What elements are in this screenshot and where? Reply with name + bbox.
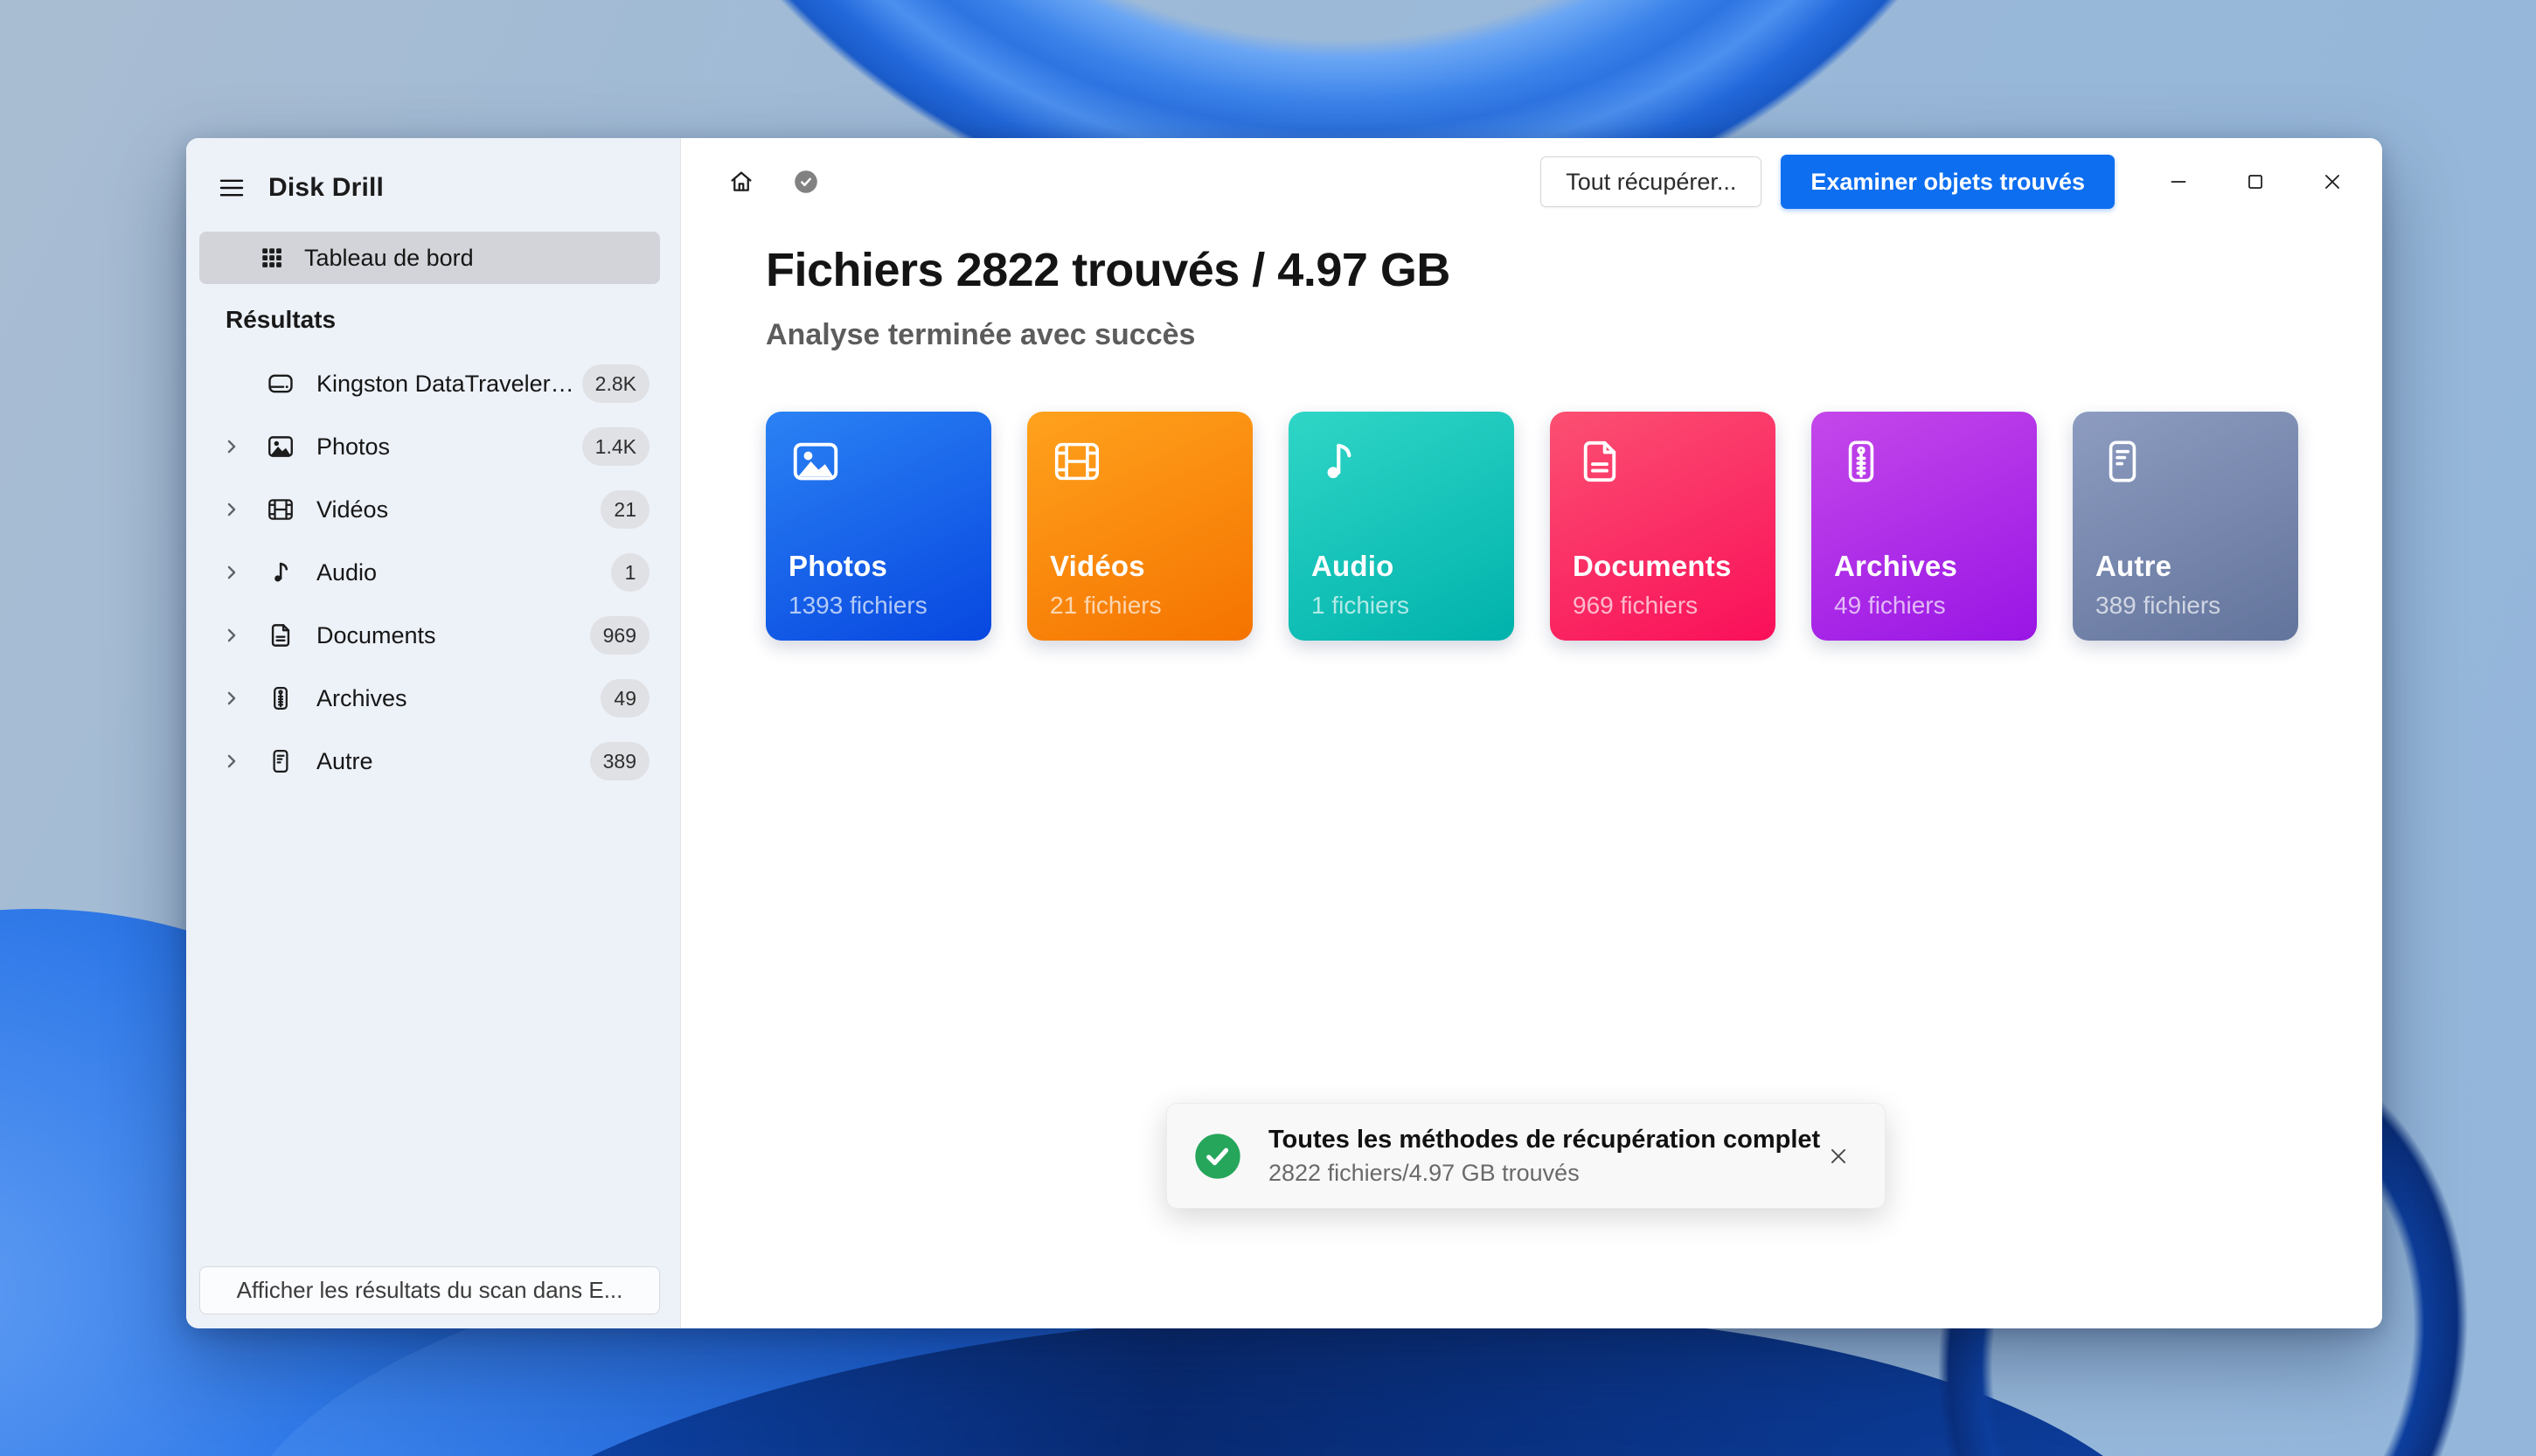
chevron-right-icon[interactable] [219,496,245,523]
minimize-icon[interactable] [2153,160,2204,204]
sidebar-item-label: Kingston DataTraveler 3... [316,370,579,397]
toolbar: Tout récupérer... Examiner objets trouvé… [681,150,2382,213]
card-audio[interactable]: Audio 1 fichiers [1289,412,1514,641]
sidebar-item-audio[interactable]: Audio 1 [199,545,660,600]
card-count: 389 fichiers [2095,592,2221,619]
card-title: Audio [1311,550,1394,582]
documents-icon [1573,434,1627,489]
count-badge: 2.8K [581,364,650,403]
card-photos[interactable]: Photos 1393 fichiers [766,412,991,641]
sidebar-item-label: Autre [316,747,373,774]
card-archives[interactable]: Archives 49 fichiers [1811,412,2037,641]
scan-complete-check-icon[interactable] [784,160,828,204]
count-badge: 1 [611,553,650,592]
chevron-right-icon[interactable] [219,433,245,460]
sidebar-item-documents[interactable]: Documents 969 [199,608,660,662]
chevron-right-icon[interactable] [219,559,245,586]
window-controls [2153,160,2358,204]
count-badge: 21 [601,490,650,529]
count-badge: 969 [589,616,650,655]
app-title: Disk Drill [268,173,385,202]
photos-icon [789,434,843,489]
sidebar-item-kingston-drive[interactable]: Kingston DataTraveler 3... 2.8K [199,357,660,411]
toast-subtitle: 2822 fichiers/4.97 GB trouvés [1268,1159,1580,1186]
show-scan-results-button[interactable]: Afficher les résultats du scan dans E... [199,1266,660,1314]
sidebar: Disk Drill Tableau de bord Résultats Kin… [186,138,681,1328]
sidebar-item-label: Audio [316,558,378,586]
disk-drill-window: Disk Drill Tableau de bord Résultats Kin… [186,138,2382,1328]
card-count: 21 fichiers [1050,592,1162,619]
card-title: Autre [2095,550,2172,582]
card-other[interactable]: Autre 389 fichiers [2073,412,2298,641]
sidebar-header: Disk Drill [207,161,384,215]
chevron-right-icon[interactable] [219,748,245,774]
page-subtitle: Analyse terminée avec succès [766,318,1196,351]
chevron-right-icon[interactable] [219,622,245,648]
card-title: Archives [1834,550,1958,582]
maximize-icon[interactable] [2230,160,2281,204]
archives-icon [1834,434,1888,489]
review-found-items-button[interactable]: Examiner objets trouvés [1781,155,2115,209]
sidebar-item-label: Tableau de bord [304,244,474,271]
count-badge: 49 [601,679,650,718]
card-count: 969 fichiers [1573,592,1699,619]
drive-icon [266,369,295,399]
videos-icon [1050,434,1104,489]
main-panel: Tout récupérer... Examiner objets trouvé… [681,138,2382,1328]
sidebar-item-archives[interactable]: Archives 49 [199,671,660,725]
card-count: 1 fichiers [1311,592,1410,619]
sidebar-item-videos[interactable]: Vidéos 21 [199,482,660,537]
card-count: 1393 fichiers [789,592,928,619]
home-icon[interactable] [719,160,763,204]
results-section-label: Résultats [226,306,337,333]
hamburger-menu-icon[interactable] [207,163,256,212]
scan-summary-heading: Fichiers 2822 trouvés / 4.97 GB Analyse … [766,243,1450,352]
sidebar-item-label: Archives [316,684,407,711]
page-title: Fichiers 2822 trouvés / 4.97 GB [766,244,1450,296]
card-title: Photos [789,550,888,582]
sidebar-item-label: Photos [316,433,391,460]
sidebar-item-other[interactable]: Autre 389 [199,734,660,788]
grid-icon [257,243,287,273]
photos-icon [266,432,295,461]
other-icon [2095,434,2150,489]
card-documents[interactable]: Documents 969 fichiers [1550,412,1775,641]
category-cards: Photos 1393 fichiers Vidéos 21 fichiers … [766,412,2298,641]
other-icon [266,746,295,776]
count-badge: 1.4K [581,427,650,466]
results-list: Kingston DataTraveler 3... 2.8K Photos 1… [199,357,660,788]
card-count: 49 fichiers [1834,592,1946,619]
success-check-icon [1193,1132,1242,1181]
sidebar-item-label: Vidéos [316,496,389,523]
videos-icon [266,495,295,524]
archives-icon [266,683,295,713]
chevron-right-icon[interactable] [219,685,245,711]
toast-title: Toutes les méthodes de récupération comp… [1268,1125,1821,1154]
count-badge: 389 [589,742,650,780]
recover-all-button[interactable]: Tout récupérer... [1540,156,1762,207]
sidebar-item-photos[interactable]: Photos 1.4K [199,419,660,474]
completion-toast: Toutes les méthodes de récupération comp… [1166,1103,1886,1209]
sidebar-item-label: Documents [316,621,436,648]
audio-icon [266,558,295,587]
card-title: Vidéos [1050,550,1145,582]
audio-icon [1311,434,1365,489]
card-videos[interactable]: Vidéos 21 fichiers [1027,412,1253,641]
toast-close-icon[interactable] [1818,1136,1859,1176]
card-title: Documents [1573,550,1732,582]
sidebar-item-dashboard[interactable]: Tableau de bord [199,232,660,284]
close-icon[interactable] [2307,160,2358,204]
toast-text: Toutes les méthodes de récupération comp… [1268,1125,1821,1187]
documents-icon [266,621,295,650]
